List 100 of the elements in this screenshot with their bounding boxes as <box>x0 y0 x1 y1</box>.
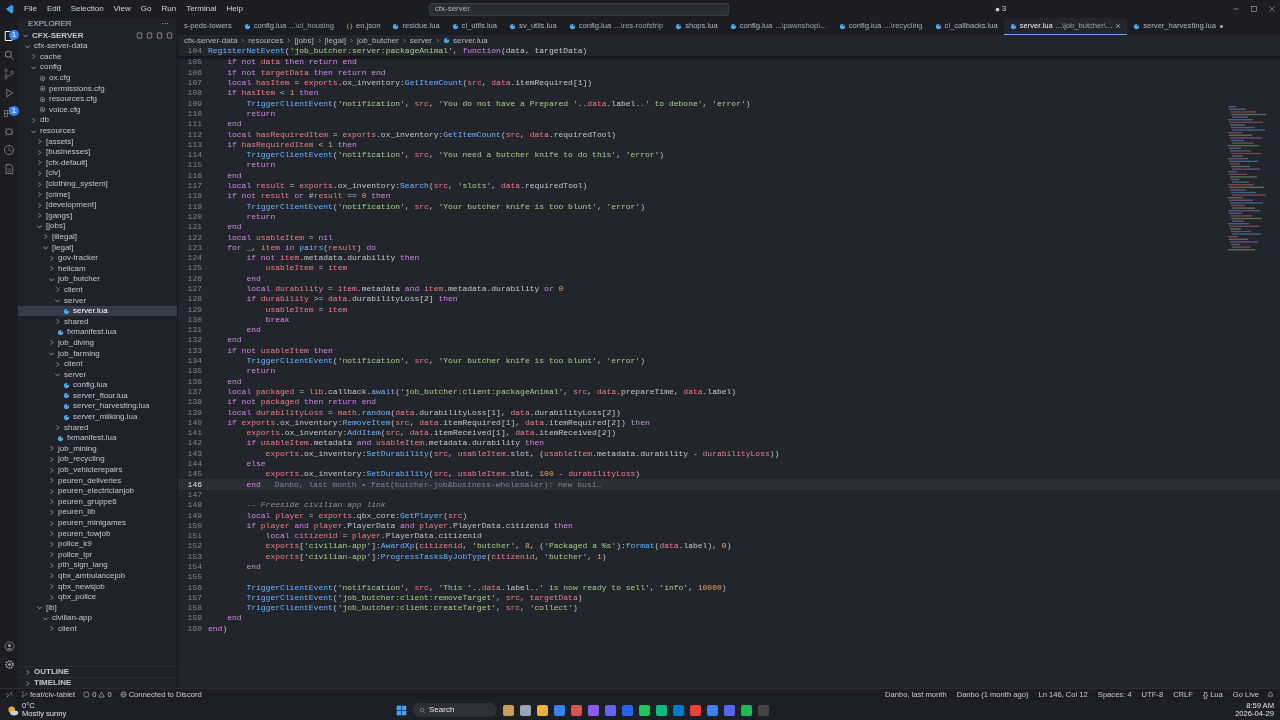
breadcrumb-item[interactable]: [jobs] <box>294 34 314 47</box>
chevron-icon[interactable] <box>48 572 55 580</box>
breadcrumb-item[interactable]: [legal] <box>324 34 346 47</box>
tree-item[interactable]: resources <box>18 125 177 137</box>
app-icon[interactable] <box>503 704 514 716</box>
tree-item[interactable]: [businesses] <box>18 146 177 158</box>
files-icon[interactable] <box>3 29 15 42</box>
chevron-icon[interactable] <box>42 614 49 622</box>
app-icon[interactable] <box>554 704 565 716</box>
tree-item[interactable]: server_milking.lua <box>18 411 177 423</box>
app-icon[interactable] <box>588 704 599 716</box>
chevron-icon[interactable] <box>48 466 55 474</box>
tree-item[interactable]: [lb] <box>18 602 177 614</box>
chevron-icon[interactable] <box>36 159 43 167</box>
chevron-icon[interactable] <box>42 233 49 241</box>
chevron-icon[interactable] <box>24 42 31 50</box>
tree-item[interactable]: [jobs] <box>18 221 177 232</box>
tree-item[interactable]: qbx_police <box>18 591 177 603</box>
chevron-icon[interactable] <box>36 180 43 188</box>
command-center-search-field[interactable]: cfx-server <box>428 2 729 16</box>
tree-item[interactable]: pth_sign_lang <box>18 560 177 571</box>
tree-item[interactable]: db <box>18 115 177 126</box>
chevron-icon[interactable] <box>42 244 49 252</box>
chevron-icon[interactable] <box>54 286 61 294</box>
menu-item[interactable]: File <box>24 3 37 15</box>
chevron-icon[interactable] <box>30 116 37 124</box>
breadcrumb-item[interactable]: cfx-server-data <box>184 34 238 47</box>
breadcrumb-item[interactable]: job_butcher <box>356 34 399 47</box>
tree-item[interactable]: server <box>18 369 177 380</box>
chevron-icon[interactable] <box>48 519 55 527</box>
remote-icon[interactable] <box>6 691 13 698</box>
app-icon[interactable] <box>673 704 684 716</box>
tree-item[interactable]: client <box>18 623 177 635</box>
menu-item[interactable]: Run <box>161 3 177 15</box>
tree-item[interactable]: job_diving <box>18 337 177 349</box>
chevron-icon[interactable] <box>24 668 31 676</box>
search-icon[interactable] <box>3 48 15 61</box>
chevron-icon[interactable] <box>36 169 43 177</box>
tree-item[interactable]: job_butcher <box>18 274 177 285</box>
account-icon[interactable] <box>3 641 15 652</box>
tree-item[interactable]: ox.cfg <box>18 72 177 84</box>
chevron-icon[interactable] <box>48 265 55 273</box>
play-icon[interactable] <box>3 86 15 99</box>
chevron-icon[interactable] <box>48 487 55 495</box>
tree-item[interactable]: civilian-app <box>18 613 177 624</box>
chevron-icon[interactable] <box>48 254 55 262</box>
tree-item[interactable]: job_vehiclerepairs <box>18 464 177 476</box>
tree-item[interactable]: job_recycling <box>18 454 177 465</box>
tree-item[interactable]: fxmanifest.lua <box>18 432 177 444</box>
tree-item[interactable]: server.lua <box>18 305 177 317</box>
tree-item[interactable]: qbx_newsjob <box>18 581 177 592</box>
breadcrumb-item[interactable]: resources <box>248 34 284 47</box>
tree-item[interactable]: server_harvesting.lua <box>18 401 177 412</box>
tree-item[interactable]: peuren_electricianjob <box>18 485 177 497</box>
panel-section-header[interactable]: OUTLINE <box>18 666 177 677</box>
chevron-icon[interactable] <box>48 498 55 506</box>
chevron-icon[interactable] <box>36 138 43 146</box>
close-icon[interactable] <box>1115 23 1122 29</box>
chevron-icon[interactable] <box>36 148 43 156</box>
app-icon[interactable] <box>639 704 650 716</box>
tree-item[interactable]: [clothing_system] <box>18 178 177 190</box>
app-icon[interactable] <box>741 704 752 716</box>
tree-item[interactable]: config <box>18 62 177 73</box>
chevron-icon[interactable] <box>48 540 55 548</box>
menu-item[interactable]: Go <box>140 3 152 15</box>
chevron-icon[interactable] <box>54 424 61 432</box>
tree-item[interactable]: [development] <box>18 199 177 211</box>
tree-item[interactable]: job_mining <box>18 443 177 455</box>
minimize-icon[interactable] <box>1232 5 1240 13</box>
chevron-icon[interactable] <box>22 32 29 39</box>
menu-item[interactable]: Help <box>226 3 243 15</box>
menu-item[interactable]: Selection <box>70 3 104 15</box>
changes-indicator[interactable]: 3 <box>994 3 1007 15</box>
tree-item[interactable]: [civ] <box>18 168 177 179</box>
app-icon[interactable] <box>537 704 548 716</box>
chevron-icon[interactable] <box>36 212 43 220</box>
tree-item[interactable]: qbx_ambulancejob <box>18 570 177 582</box>
chevron-icon[interactable] <box>54 371 61 379</box>
chevron-icon[interactable] <box>48 508 55 516</box>
chevron-icon[interactable] <box>48 593 55 601</box>
chevron-icon[interactable] <box>48 445 55 453</box>
chevron-icon[interactable] <box>36 191 43 199</box>
chevron-icon[interactable] <box>54 297 61 305</box>
tree-item[interactable]: peuren_deliveries <box>18 475 177 486</box>
app-icon[interactable] <box>571 704 582 716</box>
chevron-icon[interactable] <box>48 551 55 559</box>
tree-item[interactable]: shared <box>18 422 177 433</box>
tree-item[interactable]: server <box>18 295 177 306</box>
chevron-icon[interactable] <box>30 127 37 135</box>
chevron-icon[interactable] <box>48 275 55 283</box>
tree-item[interactable]: job_farming <box>18 348 177 359</box>
tree-item[interactable]: [legal] <box>18 242 177 253</box>
chevron-icon[interactable] <box>48 339 55 347</box>
tree-item[interactable]: client <box>18 284 177 296</box>
chevron-icon[interactable] <box>30 64 37 71</box>
chevron-icon[interactable] <box>54 318 61 326</box>
app-icon[interactable] <box>605 704 616 716</box>
tree-item[interactable]: [illegal] <box>18 231 177 243</box>
tree-item[interactable]: cache <box>18 51 177 63</box>
tree-item[interactable]: config.lua <box>18 380 177 391</box>
